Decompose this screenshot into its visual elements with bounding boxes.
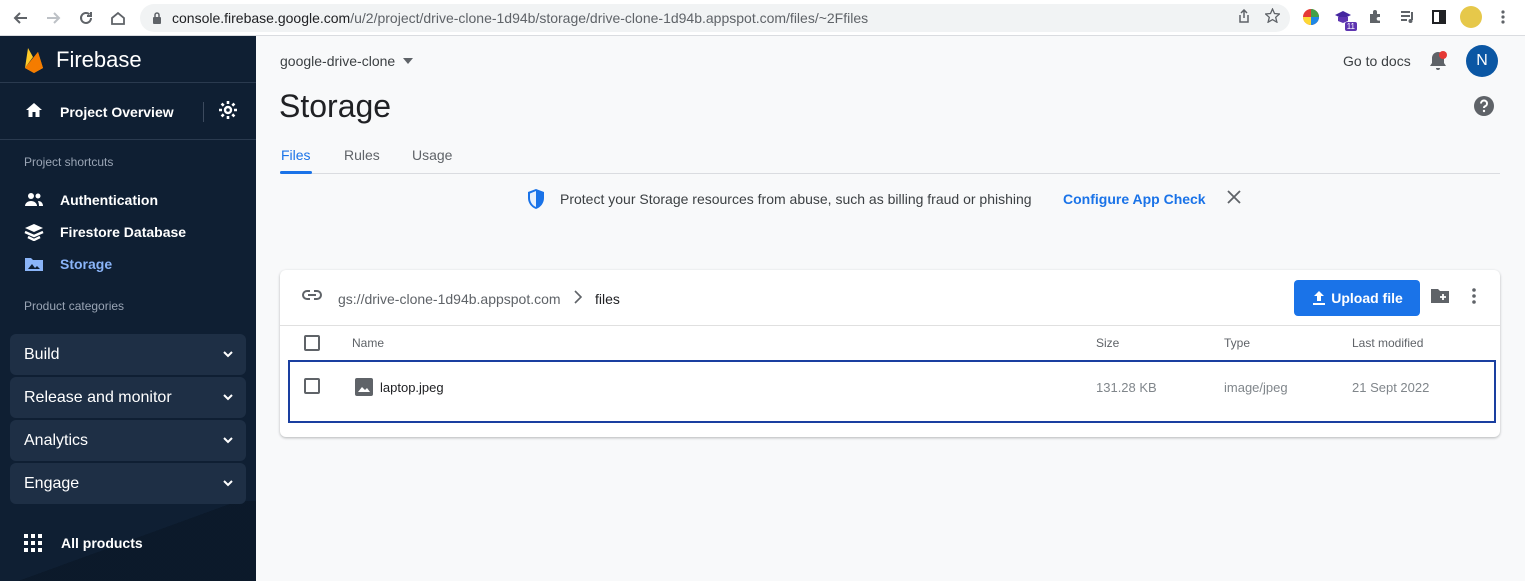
firebase-brand[interactable]: Firebase: [24, 46, 142, 74]
table-row[interactable]: [288, 360, 1496, 423]
project-overview[interactable]: Project Overview: [0, 96, 256, 128]
create-folder-icon[interactable]: [1430, 288, 1450, 309]
categories-title: Product categories: [24, 299, 125, 313]
page-title: Storage: [279, 88, 392, 124]
sidebar-item-authentication[interactable]: Authentication: [0, 186, 256, 214]
chevron-down-icon: [222, 476, 234, 494]
share-icon[interactable]: [1237, 8, 1251, 28]
home-icon[interactable]: [107, 7, 129, 29]
sidebar-item-storage[interactable]: Storage: [0, 250, 256, 278]
bucket-path[interactable]: gs://drive-clone-1d94b.appspot.com: [338, 291, 561, 307]
category-engage[interactable]: Engage: [10, 463, 246, 504]
color-extension-icon[interactable]: [1300, 6, 1322, 28]
close-icon[interactable]: [1226, 189, 1242, 210]
sidepanel-icon[interactable]: [1428, 6, 1450, 28]
dropdown-arrow-icon: [403, 58, 414, 64]
banner-message: Protect your Storage resources from abus…: [560, 191, 1032, 207]
upload-icon: [1313, 291, 1326, 305]
reload-icon[interactable]: [75, 7, 97, 29]
media-icon[interactable]: [1396, 6, 1418, 28]
column-header-type[interactable]: Type: [1224, 336, 1250, 350]
project-selector[interactable]: google-drive-clone: [280, 53, 414, 69]
current-folder[interactable]: files: [595, 291, 620, 307]
chevron-down-icon: [222, 433, 234, 451]
url-text: console.firebase.google.com/u/2/project/…: [172, 10, 869, 26]
graduation-extension-icon[interactable]: 11: [1332, 6, 1357, 31]
tab-rules[interactable]: Rules: [344, 147, 380, 163]
back-icon[interactable]: [10, 7, 32, 29]
shortcuts-title: Project shortcuts: [24, 155, 114, 169]
apps-grid-icon: [24, 534, 42, 557]
menu-icon[interactable]: [1492, 6, 1514, 28]
profile-avatar[interactable]: [1460, 6, 1482, 28]
user-avatar[interactable]: N: [1466, 45, 1498, 77]
column-header-name[interactable]: Name: [352, 336, 384, 350]
brand-name: Firebase: [56, 47, 142, 72]
file-browser-card: gs://drive-clone-1d94b.appspot.com files…: [280, 270, 1500, 437]
people-icon: [24, 190, 44, 210]
firebase-logo-icon: [25, 48, 43, 73]
chevron-down-icon: [222, 347, 234, 365]
file-browser-header: gs://drive-clone-1d94b.appspot.com files…: [280, 270, 1500, 326]
file-size: 131.28 KB: [1096, 380, 1157, 395]
star-icon[interactable]: [1263, 7, 1282, 28]
shield-icon: [526, 188, 546, 215]
image-file-icon: [355, 378, 373, 401]
file-type: image/jpeg: [1224, 380, 1288, 395]
settings-gear-icon[interactable]: [218, 100, 238, 125]
category-analytics[interactable]: Analytics: [10, 420, 246, 461]
file-last-modified: 21 Sept 2022: [1352, 380, 1430, 395]
upload-file-button[interactable]: Upload file: [1294, 280, 1420, 316]
column-header-size[interactable]: Size: [1096, 336, 1119, 350]
notifications-bell-icon[interactable]: [1428, 50, 1448, 77]
all-products[interactable]: All products: [0, 531, 256, 555]
active-tab-indicator: [280, 171, 312, 174]
main-content: google-drive-clone Go to docs N Storage …: [256, 36, 1525, 581]
browser-toolbar: console.firebase.google.com/u/2/project/…: [0, 0, 1525, 36]
category-release-and-monitor[interactable]: Release and monitor: [10, 377, 246, 418]
storage-icon: [24, 254, 44, 274]
select-all-checkbox[interactable]: [304, 335, 320, 351]
tab-usage[interactable]: Usage: [412, 147, 452, 163]
file-name[interactable]: laptop.jpeg: [380, 380, 444, 395]
category-build[interactable]: Build: [10, 334, 246, 375]
sidebar: Firebase Project Overview Project shortc…: [0, 36, 256, 581]
home-icon: [24, 100, 44, 125]
chevron-right-icon: [574, 290, 583, 309]
firestore-icon: [24, 222, 44, 242]
project-overview-label: Project Overview: [60, 104, 174, 120]
tab-files[interactable]: Files: [281, 147, 311, 163]
forward-icon[interactable]: [42, 7, 64, 29]
configure-app-check-link[interactable]: Configure App Check: [1063, 191, 1206, 207]
address-bar[interactable]: console.firebase.google.com/u/2/project/…: [140, 4, 1290, 32]
go-to-docs-link[interactable]: Go to docs: [1343, 53, 1411, 69]
extensions-icon[interactable]: [1364, 6, 1386, 28]
row-checkbox[interactable]: [304, 378, 320, 394]
link-icon[interactable]: [301, 288, 323, 306]
more-options-icon[interactable]: [1472, 288, 1476, 309]
chevron-down-icon: [222, 390, 234, 408]
lock-icon: [153, 12, 161, 24]
sidebar-item-firestore[interactable]: Firestore Database: [0, 218, 256, 246]
column-header-last-modified[interactable]: Last modified: [1352, 336, 1423, 350]
help-icon[interactable]: [1474, 96, 1494, 121]
